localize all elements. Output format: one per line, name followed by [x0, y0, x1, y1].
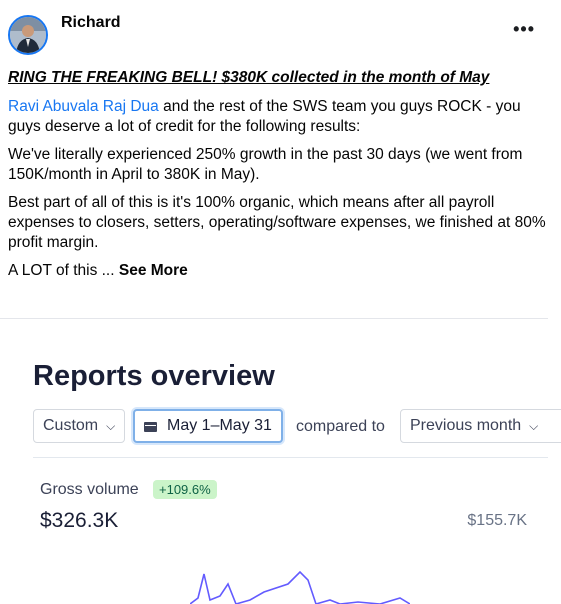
avatar[interactable]	[8, 15, 48, 55]
metric-label: Gross volume	[40, 481, 139, 498]
sparkline-line	[190, 570, 410, 604]
compare-select-label: Previous month	[410, 417, 522, 434]
see-more-link[interactable]: See More	[119, 262, 188, 279]
change-badge: +109.6%	[153, 480, 217, 499]
compared-to-label: compared to	[296, 418, 385, 435]
date-range-picker[interactable]: May 1–May 31	[133, 409, 283, 443]
compare-select[interactable]: Previous month ⌵	[400, 409, 561, 443]
post-header: Richard •••	[8, 10, 553, 60]
avatar-photo	[10, 17, 46, 53]
mention-link[interactable]: Ravi Abuvala Raj Dua	[8, 98, 159, 115]
author-name[interactable]: Richard	[61, 14, 121, 32]
post-paragraph-3: Best part of all of this is it's 100% or…	[8, 194, 546, 251]
post-divider	[0, 318, 548, 319]
post-paragraph-2: We've literally experienced 250% growth …	[8, 146, 523, 183]
metric-value: $326.3K	[40, 509, 119, 532]
sparkline-chart	[190, 570, 410, 604]
chevron-down-icon: ⌵	[529, 418, 539, 433]
compare-value: $155.7K	[467, 512, 527, 529]
range-select-label: Custom	[43, 417, 99, 434]
post-paragraph-1: Ravi Abuvala Raj Dua and the rest of the…	[8, 97, 548, 137]
date-range-label: May 1–May 31	[167, 417, 272, 434]
post-title: RING THE FREAKING BELL! $380K collected …	[8, 69, 490, 86]
post-paragraph-4: A LOT of this ... See More	[8, 261, 548, 281]
post-body: RING THE FREAKING BELL! $380K collected …	[8, 68, 548, 289]
report-screenshot: Reports overview Custom ⌵ May 1–May 31 c…	[0, 320, 561, 604]
post-paragraph-4-text: A LOT of this ...	[8, 262, 119, 279]
report-title: Reports overview	[33, 360, 275, 392]
calendar-icon	[144, 420, 157, 432]
filter-row: Custom ⌵ May 1–May 31 compared to Previo…	[33, 409, 561, 445]
chevron-down-icon: ⌵	[106, 418, 116, 433]
report-divider	[33, 457, 548, 458]
more-options-button[interactable]: •••	[513, 20, 535, 38]
range-select[interactable]: Custom ⌵	[33, 409, 126, 443]
